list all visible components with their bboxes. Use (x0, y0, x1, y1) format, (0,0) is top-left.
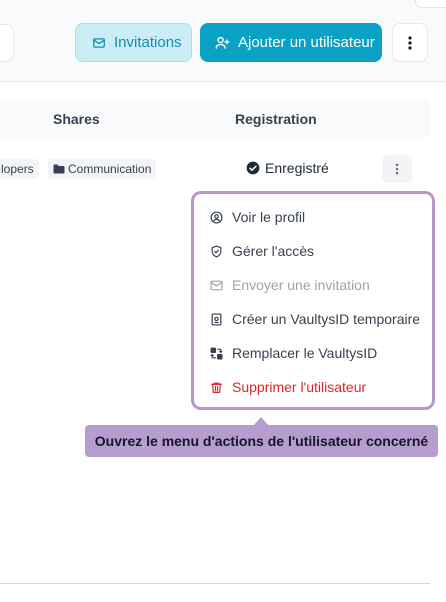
menu-item-label: Créer un VaultysID temporaire (232, 311, 421, 327)
mail-icon (93, 37, 105, 48)
column-header-shares: Shares (53, 111, 100, 127)
invitations-label: Invitations (114, 34, 182, 51)
menu-item-view-profile[interactable]: Voir le profil (210, 207, 305, 227)
mail-icon (210, 280, 223, 290)
menu-item-label: Voir le profil (232, 209, 306, 225)
check-circle-icon (246, 161, 260, 175)
more-options-button[interactable] (392, 23, 428, 62)
swap-icon (210, 346, 223, 360)
menu-item-label: Supprimer l'utilisateur (232, 379, 367, 395)
column-header-registration: Registration (235, 111, 317, 127)
folder-icon (53, 164, 65, 174)
table-bottom-divider (0, 583, 430, 584)
menu-item-create-temp-vaultysid[interactable]: Créer un VaultysID temporaire (210, 309, 420, 329)
shield-icon (211, 244, 222, 258)
share-chip-communication: Communication (48, 159, 157, 179)
user-circle-icon (210, 210, 223, 224)
menu-item-manage-access[interactable]: Gérer l'accès (210, 241, 314, 261)
menu-item-label: Envoyer une invitation (232, 277, 370, 293)
trash-icon (211, 382, 222, 393)
user-actions-menu: Voir le profil Gérer l'accès Envoyer une… (191, 191, 435, 410)
guide-tooltip: Ouvrez le menu d'actions de l'utilisateu… (85, 425, 438, 457)
share-chip-label: lopers (1, 162, 34, 176)
add-user-label: Ajouter un utilisateur (238, 34, 375, 51)
registration-status: Enregistré (246, 160, 329, 176)
registration-status-label: Enregistré (265, 160, 329, 176)
window-edge (415, 0, 446, 8)
dots-vertical-icon (408, 35, 412, 50)
user-plus-icon (215, 36, 230, 49)
menu-item-label: Gérer l'accès (232, 243, 315, 259)
id-card-icon (211, 312, 222, 326)
menu-item-label: Remplacer le VaultysID (232, 345, 378, 361)
dots-vertical-icon (395, 163, 399, 175)
menu-item-delete-user[interactable]: Supprimer l'utilisateur (210, 377, 366, 397)
search-input[interactable] (0, 24, 14, 62)
menu-item-send-invitation: Envoyer une invitation (210, 275, 370, 295)
top-toolbar: Invitations Ajouter un utilisateur (0, 0, 446, 82)
tooltip-text: Ouvrez le menu d'actions de l'utilisateu… (94, 433, 429, 449)
add-user-button[interactable]: Ajouter un utilisateur (200, 23, 382, 62)
share-chip-label: Communication (68, 162, 152, 176)
row-actions-button[interactable] (382, 155, 412, 183)
menu-item-replace-vaultysid[interactable]: Remplacer le VaultysID (210, 343, 377, 363)
invitations-button[interactable]: Invitations (75, 23, 192, 62)
share-chip-developers: lopers (0, 159, 39, 179)
